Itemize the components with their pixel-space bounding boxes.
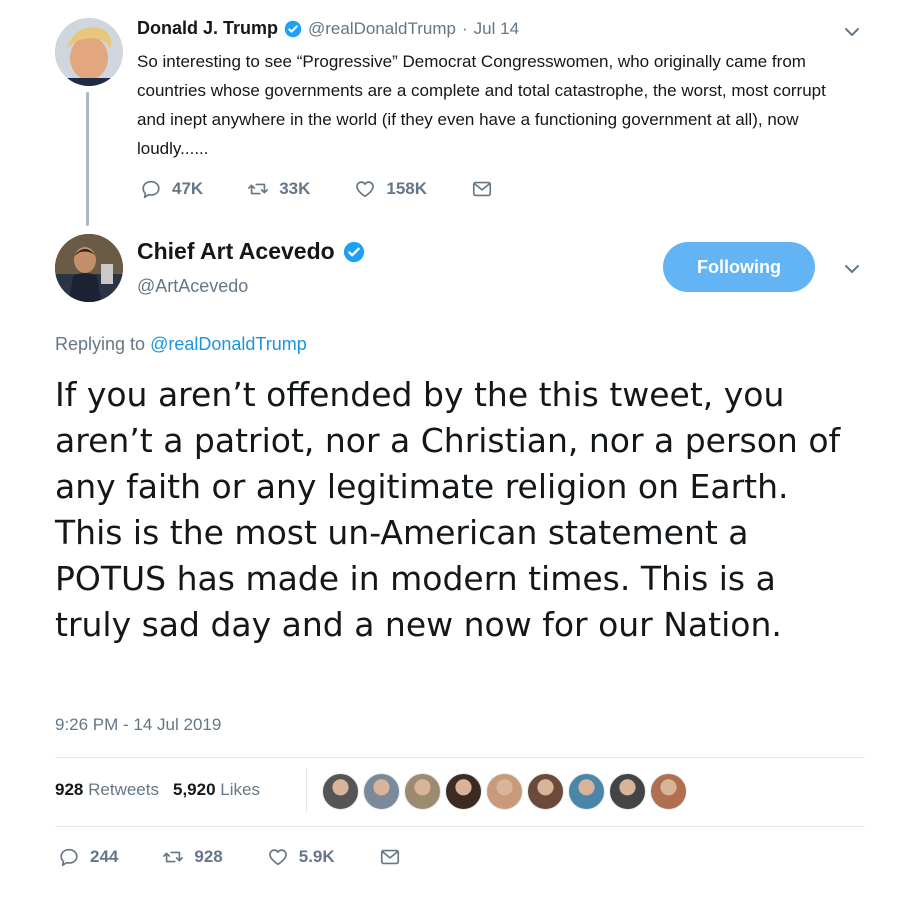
engagement-stats: 928 Retweets 5,920 Likes xyxy=(55,780,260,800)
quoted-reply-button[interactable]: 47K xyxy=(140,178,203,200)
replying-to: Replying to @realDonaldTrump xyxy=(55,334,307,355)
quoted-retweet-count: 33K xyxy=(279,179,311,198)
direct-message-icon xyxy=(472,181,492,197)
liker-avatar[interactable] xyxy=(445,773,482,810)
dm-button[interactable] xyxy=(379,846,401,868)
author-avatar-image xyxy=(55,234,123,302)
liker-avatar[interactable] xyxy=(568,773,605,810)
retweet-button[interactable]: 928 xyxy=(162,846,223,868)
tweet-text: If you aren’t offended by the this tweet… xyxy=(55,375,841,644)
tweet-action-bar: 244 928 5.9K xyxy=(58,846,401,868)
author-display-name[interactable]: Chief Art Acevedo xyxy=(137,238,335,265)
likers-avatar-row xyxy=(322,773,687,810)
quoted-display-name[interactable]: Donald J. Trump xyxy=(137,18,278,39)
chevron-down-icon[interactable] xyxy=(842,259,862,279)
divider xyxy=(55,826,865,827)
liker-avatar[interactable] xyxy=(322,773,359,810)
quoted-author-avatar[interactable] xyxy=(55,18,123,86)
quoted-retweet-button[interactable]: 33K xyxy=(247,178,310,200)
quoted-separator: · xyxy=(461,18,468,38)
quoted-like-button[interactable]: 158K xyxy=(354,178,427,200)
stats-separator xyxy=(306,768,307,812)
quoted-author-avatar-image xyxy=(55,18,123,86)
replying-to-prefix: Replying to xyxy=(55,334,146,354)
quoted-like-count: 158K xyxy=(386,179,428,198)
likes-stat[interactable]: 5,920 Likes xyxy=(173,780,260,800)
author-name-row: Chief Art Acevedo xyxy=(137,238,365,265)
divider xyxy=(55,757,865,758)
quoted-tweet-text: So interesting to see “Progressive” Demo… xyxy=(137,52,826,158)
reply-icon xyxy=(142,180,160,199)
replying-to-handle[interactable]: @realDonaldTrump xyxy=(150,334,307,354)
following-button[interactable]: Following xyxy=(663,242,815,292)
like-count: 5.9K xyxy=(298,847,335,866)
likes-stat-count: 5,920 xyxy=(172,780,216,799)
retweet-icon xyxy=(163,851,184,863)
likes-stat-label: Likes xyxy=(220,780,260,799)
quoted-handle[interactable]: @realDonaldTrump xyxy=(308,19,456,39)
quoted-dm-button[interactable] xyxy=(471,178,493,200)
thread-connector xyxy=(86,92,89,226)
like-button[interactable]: 5.9K xyxy=(267,846,335,868)
quoted-action-bar: 47K 33K 158K xyxy=(140,178,493,200)
quoted-reply-count: 47K xyxy=(172,179,204,198)
verified-badge-icon xyxy=(284,20,302,37)
author-avatar[interactable] xyxy=(55,234,123,302)
like-icon xyxy=(356,181,375,198)
quoted-tweet-header: Donald J. Trump @realDonaldTrump · Jul 1… xyxy=(137,18,519,39)
retweets-stat-label: Retweets xyxy=(88,780,159,799)
retweets-stat[interactable]: 928 Retweets xyxy=(55,780,159,800)
liker-avatar[interactable] xyxy=(527,773,564,810)
liker-avatar[interactable] xyxy=(486,773,523,810)
retweets-stat-count: 928 xyxy=(55,780,84,799)
verified-badge-icon xyxy=(343,241,364,262)
liker-avatar[interactable] xyxy=(404,773,441,810)
quoted-date[interactable]: Jul 14 xyxy=(474,19,519,39)
direct-message-icon xyxy=(380,849,399,865)
reply-icon xyxy=(60,848,78,867)
liker-avatar[interactable] xyxy=(650,773,687,810)
reply-count: 244 xyxy=(90,847,119,866)
like-icon xyxy=(268,849,287,866)
reply-button[interactable]: 244 xyxy=(58,846,118,868)
chevron-down-icon[interactable] xyxy=(842,22,862,42)
liker-avatar[interactable] xyxy=(363,773,400,810)
liker-avatar[interactable] xyxy=(609,773,646,810)
author-handle[interactable]: @ArtAcevedo xyxy=(137,276,248,297)
tweet-timestamp[interactable]: 9:26 PM - 14 Jul 2019 xyxy=(55,715,221,735)
retweet-icon xyxy=(248,183,269,195)
retweet-count: 928 xyxy=(194,847,223,866)
